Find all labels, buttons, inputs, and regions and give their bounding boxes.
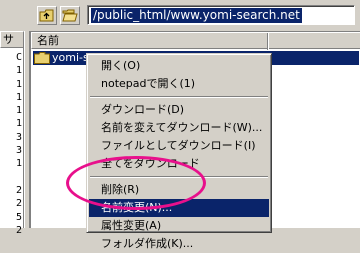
file-name: yomi-s	[52, 51, 89, 64]
left-digit: 2	[15, 184, 22, 196]
menu-item[interactable]: notepadで開く(1)	[89, 75, 269, 93]
open-folder-icon	[62, 9, 78, 22]
left-digit: 1	[15, 158, 22, 170]
left-digit: C	[15, 52, 22, 63]
left-digit	[0, 171, 22, 184]
menu-separator	[90, 176, 268, 178]
name-column-label: 名前	[37, 34, 59, 47]
name-column-header[interactable]: 名前	[31, 32, 360, 50]
left-digit: 1	[15, 65, 22, 77]
menu-item[interactable]: ダウンロード(D)	[89, 101, 269, 119]
left-digit: 1	[15, 118, 22, 130]
menu-item[interactable]: 名前を変えてダウンロード(W)...	[89, 119, 269, 137]
left-digit: 3	[15, 145, 22, 157]
column-separator[interactable]	[267, 33, 269, 50]
left-digit: 2	[15, 198, 22, 210]
left-digit: 2	[15, 224, 22, 236]
left-pane: サ C111113312252	[0, 31, 24, 236]
left-digit: 1	[15, 78, 22, 90]
path-input[interactable]: /public_html/www.yomi-search.net	[87, 5, 355, 25]
context-menu: 開く(O) notepadで開く(1) ダウンロード(D) 名前を変えてダウンロード(…	[86, 53, 272, 250]
left-digit: 3	[15, 131, 22, 143]
folder-up-button[interactable]	[37, 6, 57, 25]
menu-separator	[90, 96, 268, 98]
left-digit-list: C111113312252	[0, 51, 22, 237]
menu-item[interactable]: フォルダ作成(K)...	[89, 235, 269, 253]
path-text: /public_html/www.yomi-search.net	[91, 8, 302, 23]
menu-item[interactable]: 全てをダウンロード	[89, 155, 269, 173]
folder-icon	[34, 52, 50, 64]
menu-item[interactable]: 名前変更(N)...	[89, 199, 269, 217]
menu-item[interactable]: ファイルとしてダウンロード(I)	[89, 137, 269, 155]
left-column-header[interactable]: サ	[0, 31, 24, 48]
menu-item[interactable]: 属性変更(A)	[89, 217, 269, 235]
menu-item[interactable]: 削除(R)	[89, 181, 269, 199]
menu-item[interactable]: 開く(O)	[89, 57, 269, 75]
toolbar: /public_html/www.yomi-search.net	[0, 0, 360, 30]
left-digit: 1	[15, 105, 22, 117]
left-digit: 5	[15, 211, 22, 223]
folder-up-icon	[39, 9, 54, 22]
left-digit: 1	[15, 91, 22, 103]
open-folder-button[interactable]	[60, 6, 80, 25]
